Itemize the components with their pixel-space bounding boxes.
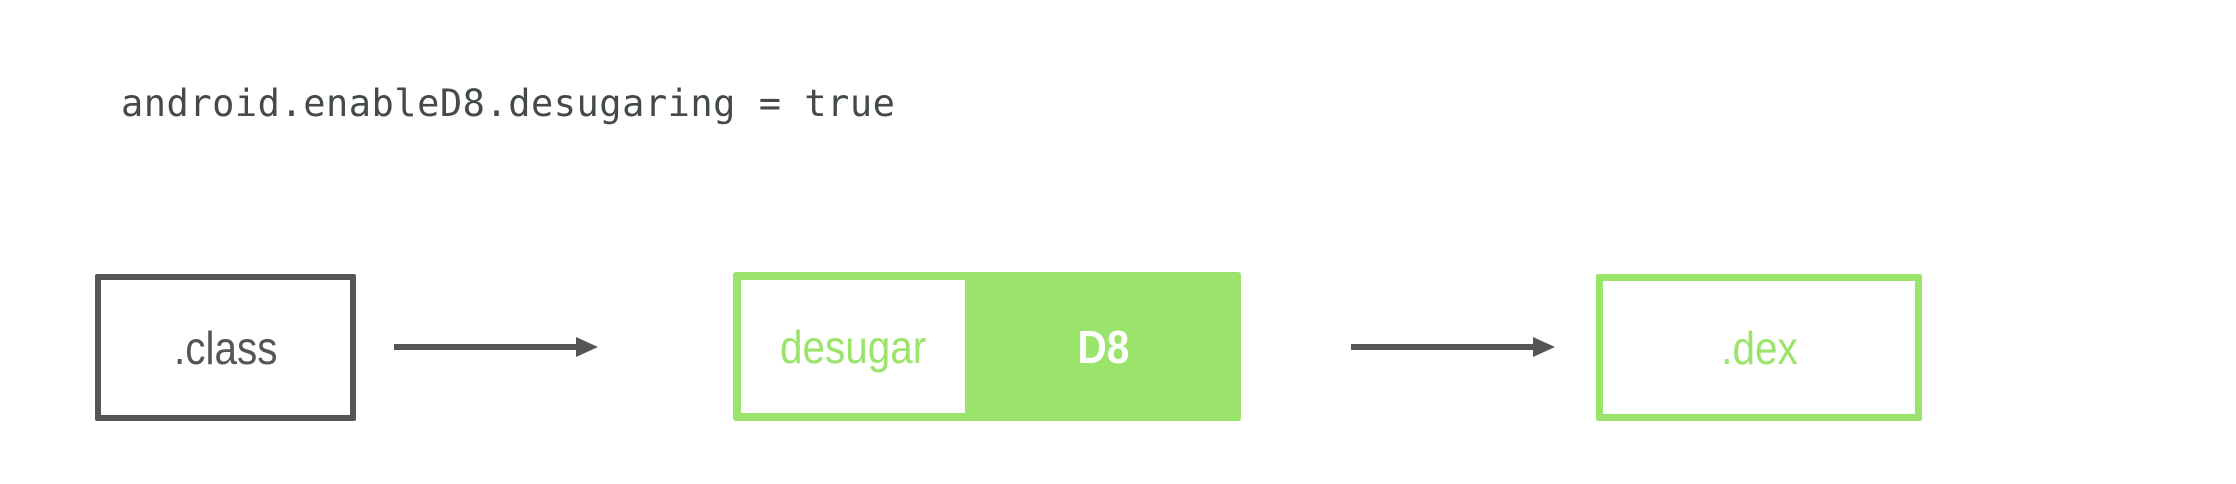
arrow-right-icon bbox=[394, 337, 598, 357]
d8-label: D8 bbox=[1077, 320, 1129, 373]
d8-section: D8 bbox=[965, 272, 1241, 421]
class-file-box: .class bbox=[95, 274, 356, 421]
dex-file-box: .dex bbox=[1596, 274, 1922, 421]
desugar-section: desugar bbox=[741, 280, 965, 413]
class-file-label: .class bbox=[173, 321, 278, 374]
desugar-label: desugar bbox=[779, 320, 927, 373]
d8-compiler-box: desugar D8 bbox=[733, 272, 1241, 421]
code-config-line: android.enableD8.desugaring = true bbox=[121, 82, 896, 125]
dex-file-label: .dex bbox=[1720, 321, 1798, 374]
arrow-right-icon bbox=[1351, 337, 1555, 357]
